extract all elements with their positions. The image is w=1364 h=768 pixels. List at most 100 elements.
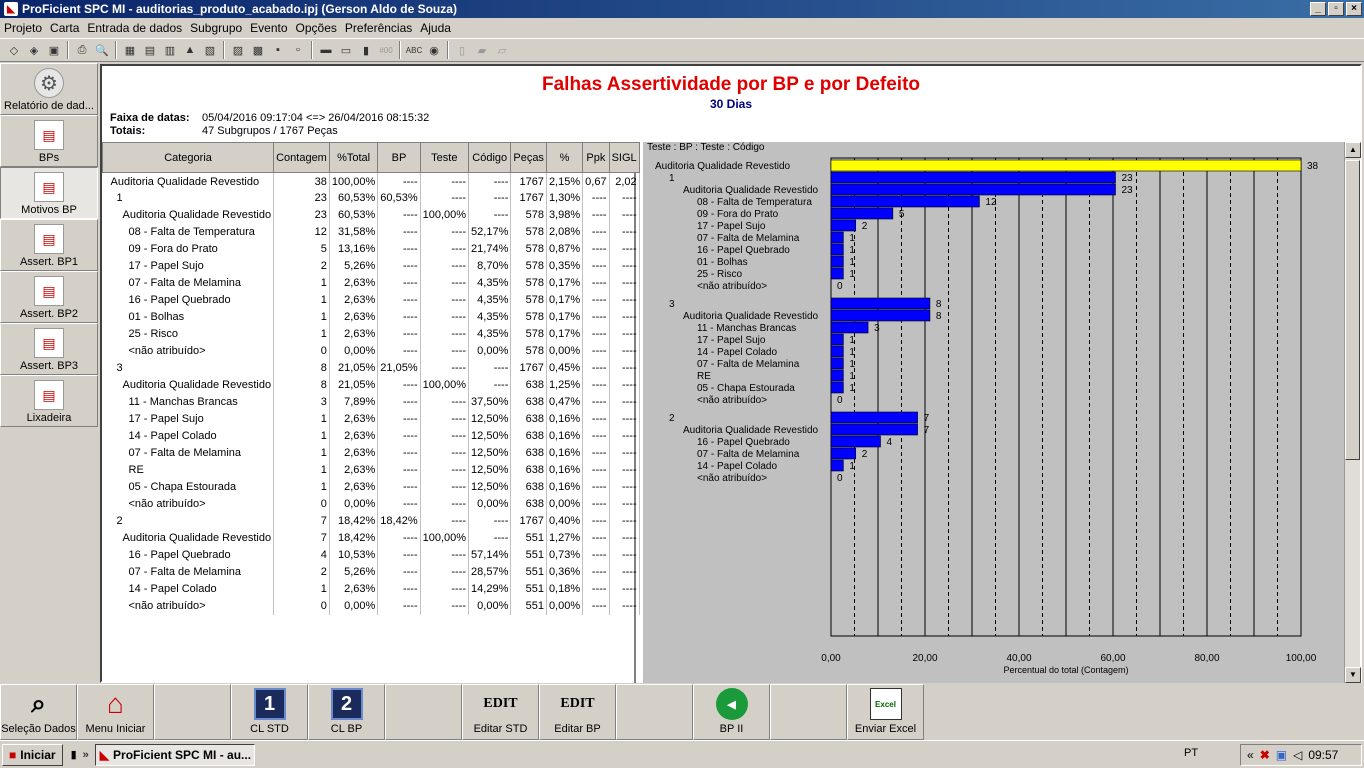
column-header[interactable]: BP <box>377 142 421 173</box>
toolbar-icon[interactable]: ▩ <box>249 41 267 59</box>
toolbar-icon[interactable]: ◉ <box>425 41 443 59</box>
table-row[interactable]: <não atribuído> 0 0,00% ---- ---- 0,00% 638 0,0… <box>102 495 640 513</box>
empty-button[interactable] <box>154 684 231 740</box>
histogram-icon[interactable]: ▲ <box>181 41 199 59</box>
print-icon[interactable]: ⎙ <box>73 41 91 59</box>
table-row[interactable]: 1 23 60,53% 60,53% ---- ---- 1767 1,30% ---- ---- <box>102 189 640 207</box>
table-row[interactable]: 3 8 21,05% 21,05% ---- ---- 1767 0,45% ---- ---- <box>102 359 640 377</box>
table-row[interactable]: <não atribuído> 0 0,00% ---- ---- 0,00% 551 0,0… <box>102 597 640 615</box>
empty-button[interactable] <box>616 684 693 740</box>
preview-icon[interactable]: 🔍 <box>93 41 111 59</box>
toolbar-icon[interactable]: ▨ <box>229 41 247 59</box>
tray-icon[interactable]: ▣ <box>1276 748 1287 762</box>
table-row[interactable]: <não atribuído> 0 0,00% ---- ---- 0,00% 578 0,0… <box>102 342 640 360</box>
menu-preferencias[interactable]: Preferências <box>341 21 416 35</box>
column-header[interactable]: Teste <box>419 142 470 173</box>
button-enviar-excel[interactable]: Excel Enviar Excel <box>847 684 924 740</box>
decimal-icon[interactable]: #00 <box>377 41 395 59</box>
sidebar-item[interactable]: ⚙ Relatório de dad... <box>0 63 98 115</box>
table-row[interactable]: Auditoria Qualidade Revestido 38 100,00% --… <box>102 172 640 190</box>
volume-icon[interactable]: ◁ <box>1293 748 1302 762</box>
table-row[interactable]: 11 - Manchas Brancas 3 7,89% ---- ---- 37,50%… <box>102 393 640 411</box>
button-cl-bp[interactable]: 2 CL BP <box>308 684 385 740</box>
table-row[interactable]: 14 - Papel Colado 1 2,63% ---- ---- 12,50% 638… <box>102 427 640 445</box>
button-menu-iniciar[interactable]: ⌂ Menu Iniciar <box>77 684 154 740</box>
table-row[interactable]: 2 7 18,42% 18,42% ---- ---- 1767 0,40% ---- ---- <box>102 512 640 530</box>
toolbar-icon[interactable]: ▫ <box>289 41 307 59</box>
table-row[interactable]: 14 - Papel Colado 1 2,63% ---- ---- 14,29% 551… <box>102 580 640 598</box>
toolbar-icon[interactable]: ▮ <box>357 41 375 59</box>
toolbar-icon[interactable]: ▱ <box>493 41 511 59</box>
table-row[interactable]: 07 - Falta de Melamina 1 2,63% ---- ---- 12,5… <box>102 444 640 462</box>
button-sele-o-dados[interactable]: ⌕ Seleção Dados <box>0 684 77 740</box>
language-indicator[interactable]: PT <box>1184 747 1198 759</box>
restore-button[interactable]: ▫ <box>1328 2 1344 16</box>
table-row[interactable]: 05 - Chapa Estourada 1 2,63% ---- ---- 12,50%… <box>102 478 640 496</box>
sidebar-item[interactable]: ▤ Lixadeira <box>0 375 98 427</box>
button-editar-std[interactable]: EDIT Editar STD <box>462 684 539 740</box>
button-editar-bp[interactable]: EDIT Editar BP <box>539 684 616 740</box>
table-row[interactable]: 16 - Papel Quebrado 1 2,63% ---- ---- 4,35% 57… <box>102 291 640 309</box>
menu-opcoes[interactable]: Opções <box>292 21 341 35</box>
sidebar-item[interactable]: ▤ Assert. BP1 <box>0 219 98 271</box>
column-header[interactable]: Contagem <box>273 142 330 173</box>
toolbar-icon[interactable]: ◈ <box>25 41 43 59</box>
toolbar-icon[interactable]: ▯ <box>453 41 471 59</box>
column-header[interactable]: SIGL <box>608 142 640 173</box>
table-row[interactable]: Auditoria Qualidade Revestido 7 18,42% ----… <box>102 529 640 547</box>
toolbar-icon[interactable]: ▭ <box>337 41 355 59</box>
toolbar-icon[interactable]: ▪ <box>269 41 287 59</box>
column-header[interactable]: % <box>545 142 584 173</box>
toolbar-icon[interactable]: ▬ <box>317 41 335 59</box>
empty-button[interactable] <box>770 684 847 740</box>
toolbar-icon[interactable]: ▰ <box>473 41 491 59</box>
menu-projeto[interactable]: Projeto <box>0 21 46 35</box>
empty-button[interactable] <box>385 684 462 740</box>
table-row[interactable]: Auditoria Qualidade Revestido 8 21,05% ----… <box>102 376 640 394</box>
table-row[interactable]: 16 - Papel Quebrado 4 10,53% ---- ---- 57,14%… <box>102 546 640 564</box>
column-header[interactable]: Categoria <box>101 142 275 173</box>
menu-subgrupo[interactable]: Subgrupo <box>186 21 246 35</box>
table-row[interactable]: 07 - Falta de Melamina 1 2,63% ---- ---- 4,35… <box>102 274 640 292</box>
menu-carta[interactable]: Carta <box>46 21 83 35</box>
close-button[interactable]: × <box>1346 2 1362 16</box>
tray-icon[interactable]: ✖ <box>1260 748 1270 762</box>
text-icon[interactable]: ABC <box>405 41 423 59</box>
menu-evento[interactable]: Evento <box>246 21 291 35</box>
menu-entrada-de-dados[interactable]: Entrada de dados <box>83 21 186 35</box>
table-row[interactable]: 01 - Bolhas 1 2,63% ---- ---- 4,35% 578 0,17% --… <box>102 308 640 326</box>
network-icon[interactable]: « <box>1247 748 1254 762</box>
table-row[interactable]: Auditoria Qualidade Revestido 23 60,53% ---… <box>102 206 640 224</box>
table-row[interactable]: 07 - Falta de Melamina 2 5,26% ---- ---- 28,5… <box>102 563 640 581</box>
toolbar-icon[interactable]: ◇ <box>5 41 23 59</box>
vertical-scrollbar[interactable]: ▲ ▼ <box>1344 142 1361 683</box>
sidebar-item[interactable]: ▤ Assert. BP2 <box>0 271 98 323</box>
save-icon[interactable]: ▣ <box>45 41 63 59</box>
table-row[interactable]: 17 - Papel Sujo 1 2,63% ---- ---- 12,50% 638 0,… <box>102 410 640 428</box>
start-button[interactable]: ■ Iniciar <box>2 743 63 766</box>
taskbar-item[interactable]: ◣ ProFicient SPC MI - au... <box>94 743 255 766</box>
column-header[interactable]: Peças <box>510 142 547 173</box>
quick-launch-more-icon[interactable]: » <box>83 749 89 761</box>
button-cl-std[interactable]: 1 CL STD <box>231 684 308 740</box>
scroll-up-icon[interactable]: ▲ <box>1345 142 1361 158</box>
chart-icon[interactable]: ▤ <box>141 41 159 59</box>
sidebar-item[interactable]: ▤ Assert. BP3 <box>0 323 98 375</box>
table-row[interactable]: 08 - Falta de Temperatura 12 31,58% ---- ---… <box>102 223 640 241</box>
table-icon[interactable]: ▦ <box>121 41 139 59</box>
table-row[interactable]: 17 - Papel Sujo 2 5,26% ---- ---- 8,70% 578 0,3… <box>102 257 640 275</box>
table-row[interactable]: 25 - Risco 1 2,63% ---- ---- 4,35% 578 0,17% ---… <box>102 325 640 343</box>
table-row[interactable]: 09 - Fora do Prato 5 13,16% ---- ---- 21,74% 5… <box>102 240 640 258</box>
quick-launch-icon[interactable]: ▮ <box>71 748 77 761</box>
chart-icon[interactable]: ▧ <box>201 41 219 59</box>
scroll-thumb[interactable] <box>1345 160 1360 460</box>
minimize-button[interactable]: _ <box>1310 2 1326 16</box>
scroll-down-icon[interactable]: ▼ <box>1345 667 1361 683</box>
column-header[interactable]: Código <box>468 142 512 173</box>
button-bp-ii[interactable]: ◀ BP II <box>693 684 770 740</box>
column-header[interactable]: Ppk <box>582 142 610 173</box>
sidebar-item[interactable]: ▤ Motivos BP <box>0 167 98 219</box>
sidebar-item[interactable]: ▤ BPs <box>0 115 98 167</box>
table-row[interactable]: RE 1 2,63% ---- ---- 12,50% 638 0,16% ---- ---- <box>102 461 640 479</box>
chart-icon[interactable]: ▥ <box>161 41 179 59</box>
